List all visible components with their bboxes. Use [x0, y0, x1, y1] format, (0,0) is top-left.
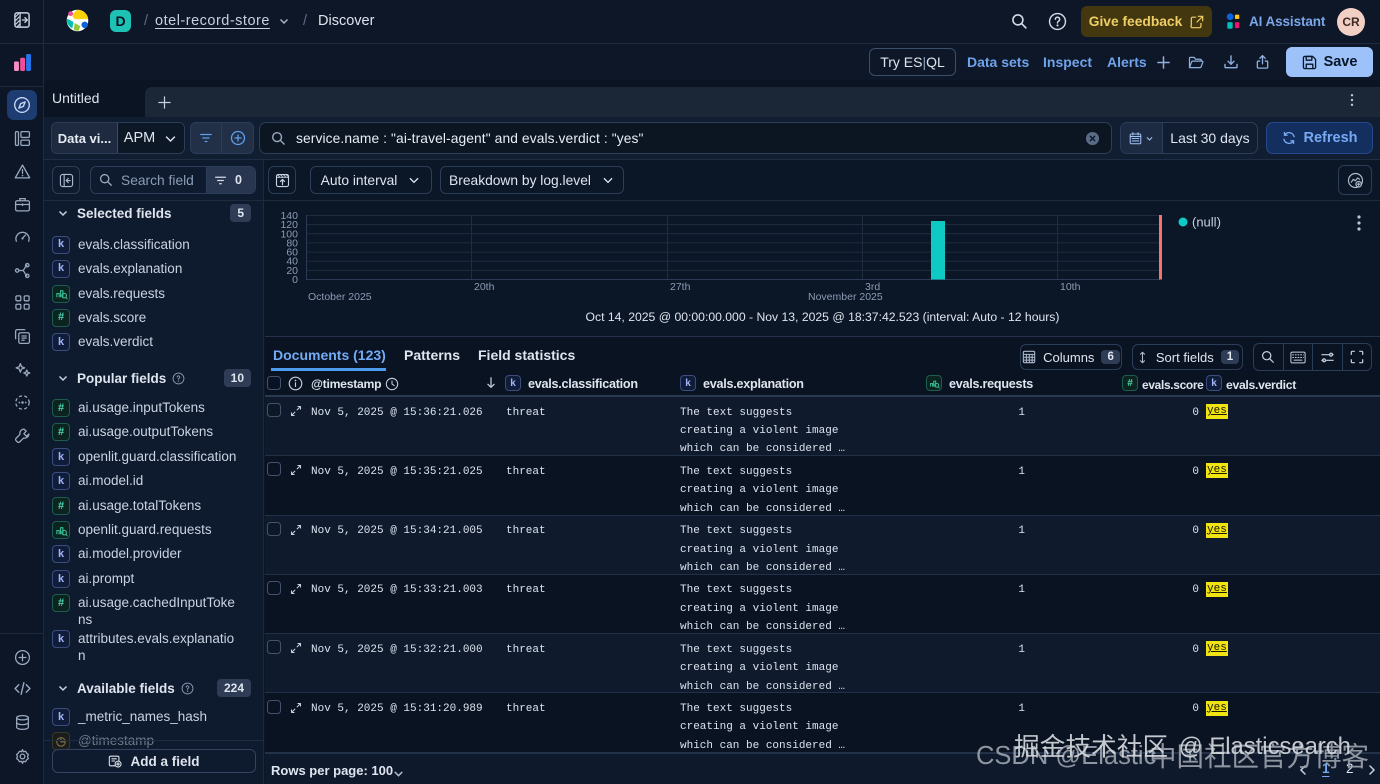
svg-text:November 2025: November 2025	[808, 291, 883, 303]
svg-text:20th: 20th	[474, 281, 495, 293]
svg-text:27th: 27th	[670, 281, 691, 293]
svg-text:0: 0	[292, 274, 298, 286]
svg-text:(null): (null)	[1192, 215, 1221, 230]
svg-text:10th: 10th	[1060, 281, 1081, 293]
svg-text:October 2025: October 2025	[308, 291, 372, 303]
